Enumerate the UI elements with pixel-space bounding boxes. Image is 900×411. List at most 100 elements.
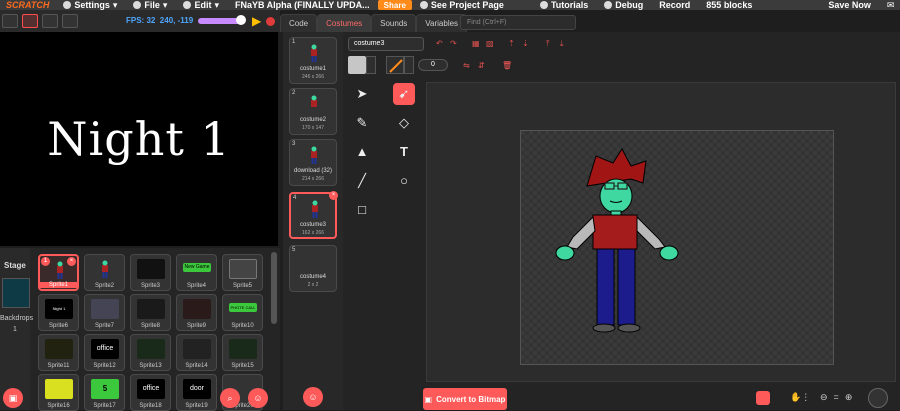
- envelope-icon[interactable]: ✉: [879, 0, 900, 10]
- project-title[interactable]: FNaYB Alpha (FINALLY UPDA...: [227, 0, 378, 10]
- choose-costume-button[interactable]: ☺: [303, 387, 323, 407]
- volume-slider[interactable]: [198, 18, 240, 24]
- normal-stage-icon[interactable]: [22, 14, 38, 28]
- tab-code[interactable]: Code: [280, 14, 318, 32]
- redo-icon[interactable]: ↷: [450, 40, 460, 48]
- eraser-tool-icon[interactable]: ◇: [393, 112, 415, 134]
- sprite-tile[interactable]: office Sprite12: [84, 334, 125, 371]
- stage-canvas[interactable]: Night 1: [0, 32, 278, 246]
- sprite-list-scrollbar[interactable]: [271, 252, 277, 324]
- bulb-icon: [539, 1, 548, 9]
- delete-icon[interactable]: ×: [329, 191, 338, 200]
- scratch-logo[interactable]: SCRATCH: [0, 0, 55, 10]
- sprite-thumbnail: [102, 260, 108, 278]
- fill-color-swatch[interactable]: [348, 56, 366, 74]
- share-button[interactable]: Share: [377, 0, 412, 10]
- trash-icon[interactable]: 🗑: [502, 62, 512, 70]
- costume-tile[interactable]: 2 costume2 170 x 147: [289, 88, 337, 135]
- edit-menu[interactable]: Edit ▾: [175, 0, 227, 10]
- brush-mode-icon[interactable]: [756, 391, 770, 405]
- costume-tile[interactable]: 3 download (32) 214 x 266: [289, 139, 337, 186]
- save-now-button[interactable]: Save Now: [820, 0, 879, 10]
- choose-sprite-button[interactable]: ☺: [248, 388, 268, 408]
- settings-menu[interactable]: Settings ▾: [55, 0, 125, 10]
- search-icon: ⌕: [227, 392, 233, 403]
- choose-backdrop-button[interactable]: ▣: [3, 388, 23, 408]
- back-icon[interactable]: ⤓: [560, 40, 570, 48]
- sprite-thumbnail: [229, 259, 257, 279]
- sprite-tile[interactable]: Sprite7: [84, 294, 125, 331]
- reshape-tool-icon[interactable]: ➹: [393, 83, 415, 105]
- outline-width-input[interactable]: 0: [418, 59, 448, 71]
- front-icon[interactable]: ⤒: [546, 40, 556, 48]
- volume-slider-knob[interactable]: [236, 15, 246, 25]
- zoom-out-icon[interactable]: ⊖: [820, 392, 828, 403]
- sprite-tile[interactable]: Night 1 Sprite6: [38, 294, 79, 331]
- record-button[interactable]: Record: [651, 0, 698, 10]
- blocks-count: 855 blocks: [706, 0, 753, 10]
- costume-tile[interactable]: 5 costume4 2 x 2: [289, 245, 337, 292]
- costume-tile[interactable]: 4 × costume3 162 x 266: [289, 191, 338, 239]
- file-menu[interactable]: File ▾: [125, 0, 175, 10]
- ungroup-icon[interactable]: ▧: [486, 40, 496, 48]
- flip-horizontal-icon[interactable]: ⇋: [463, 62, 473, 70]
- sprite-tile[interactable]: Sprite11: [38, 334, 79, 371]
- sprite-tile[interactable]: PHOTE CALL Sprite10: [222, 294, 263, 331]
- fullscreen-icon[interactable]: [62, 14, 78, 28]
- circle-tool-icon[interactable]: ○: [393, 170, 415, 192]
- sprite-tile[interactable]: Sprite8: [130, 294, 171, 331]
- sprite-tile[interactable]: Sprite15: [222, 334, 263, 371]
- sprite-tile[interactable]: 5 Sprite17: [84, 374, 125, 411]
- rectangle-tool-icon[interactable]: □: [351, 199, 373, 221]
- paint-mode-icon[interactable]: ✋⋮: [790, 392, 814, 404]
- flip-vertical-icon[interactable]: ⇵: [478, 62, 488, 70]
- stage-text: Night 1: [47, 112, 231, 166]
- costume-name-input[interactable]: costume3: [348, 37, 424, 51]
- zoom-in-icon[interactable]: ⊕: [845, 392, 853, 403]
- line-tool-icon[interactable]: ╱: [351, 170, 373, 192]
- convert-to-bitmap-button[interactable]: ▣ Convert to Bitmap: [423, 388, 507, 410]
- debug-button[interactable]: Debug: [596, 0, 651, 10]
- fill-dropdown[interactable]: [366, 56, 376, 74]
- costume-tile[interactable]: 1 costume1 246 x 266: [289, 37, 337, 84]
- green-flag-icon[interactable]: ▶: [252, 14, 261, 28]
- drawing-canvas[interactable]: [520, 130, 834, 365]
- sprite-tile[interactable]: Sprite13: [130, 334, 171, 371]
- zoom-reset-icon[interactable]: =: [834, 392, 839, 403]
- undo-icon[interactable]: ↶: [436, 40, 446, 48]
- backward-icon[interactable]: ⇣: [522, 40, 532, 48]
- sprite-thumbnail: office: [137, 379, 165, 399]
- addons-icon[interactable]: [42, 14, 58, 28]
- outline-color-swatch[interactable]: [386, 56, 404, 74]
- small-stage-icon[interactable]: [2, 14, 18, 28]
- backdrop-thumbnail[interactable]: [2, 278, 30, 308]
- outline-slash-icon: [389, 59, 403, 73]
- tab-costumes[interactable]: Costumes: [317, 14, 372, 32]
- sprite-tile[interactable]: door Sprite19: [176, 374, 217, 411]
- sprite-tile[interactable]: office Sprite18: [130, 374, 171, 411]
- tab-sounds[interactable]: Sounds: [371, 14, 417, 32]
- search-sprite-button[interactable]: ⌕: [220, 388, 240, 408]
- sprite-tile[interactable]: Sprite5: [222, 254, 263, 291]
- tutorials-button[interactable]: Tutorials: [532, 0, 596, 10]
- sprite-tile[interactable]: Sprite16: [38, 374, 79, 411]
- select-tool-icon[interactable]: ➤: [351, 83, 373, 105]
- outline-dropdown[interactable]: [404, 56, 414, 74]
- group-icon[interactable]: ▦: [472, 40, 482, 48]
- text-tool-icon[interactable]: T: [393, 141, 415, 163]
- sprite-tile[interactable]: Sprite3: [130, 254, 171, 291]
- sprite-tile[interactable]: Sprite2: [84, 254, 125, 291]
- sprite-tile[interactable]: Sprite9: [176, 294, 217, 331]
- forward-icon[interactable]: ⇡: [508, 40, 518, 48]
- see-project-page-button[interactable]: See Project Page: [412, 0, 512, 10]
- sprite-tile[interactable]: 1 × Sprite1: [38, 254, 79, 291]
- gear-icon: [63, 1, 72, 9]
- find-input[interactable]: Find (Ctrl+F): [460, 15, 576, 30]
- brush-tool-icon[interactable]: ✎: [351, 112, 373, 134]
- stop-icon[interactable]: [266, 17, 275, 26]
- sprite-tile[interactable]: New Game Sprite4: [176, 254, 217, 291]
- sprite-thumbnail: [45, 379, 73, 399]
- sprite-tile[interactable]: Sprite14: [176, 334, 217, 371]
- backpack-icon[interactable]: [868, 388, 888, 408]
- fill-tool-icon[interactable]: ▲: [351, 141, 373, 163]
